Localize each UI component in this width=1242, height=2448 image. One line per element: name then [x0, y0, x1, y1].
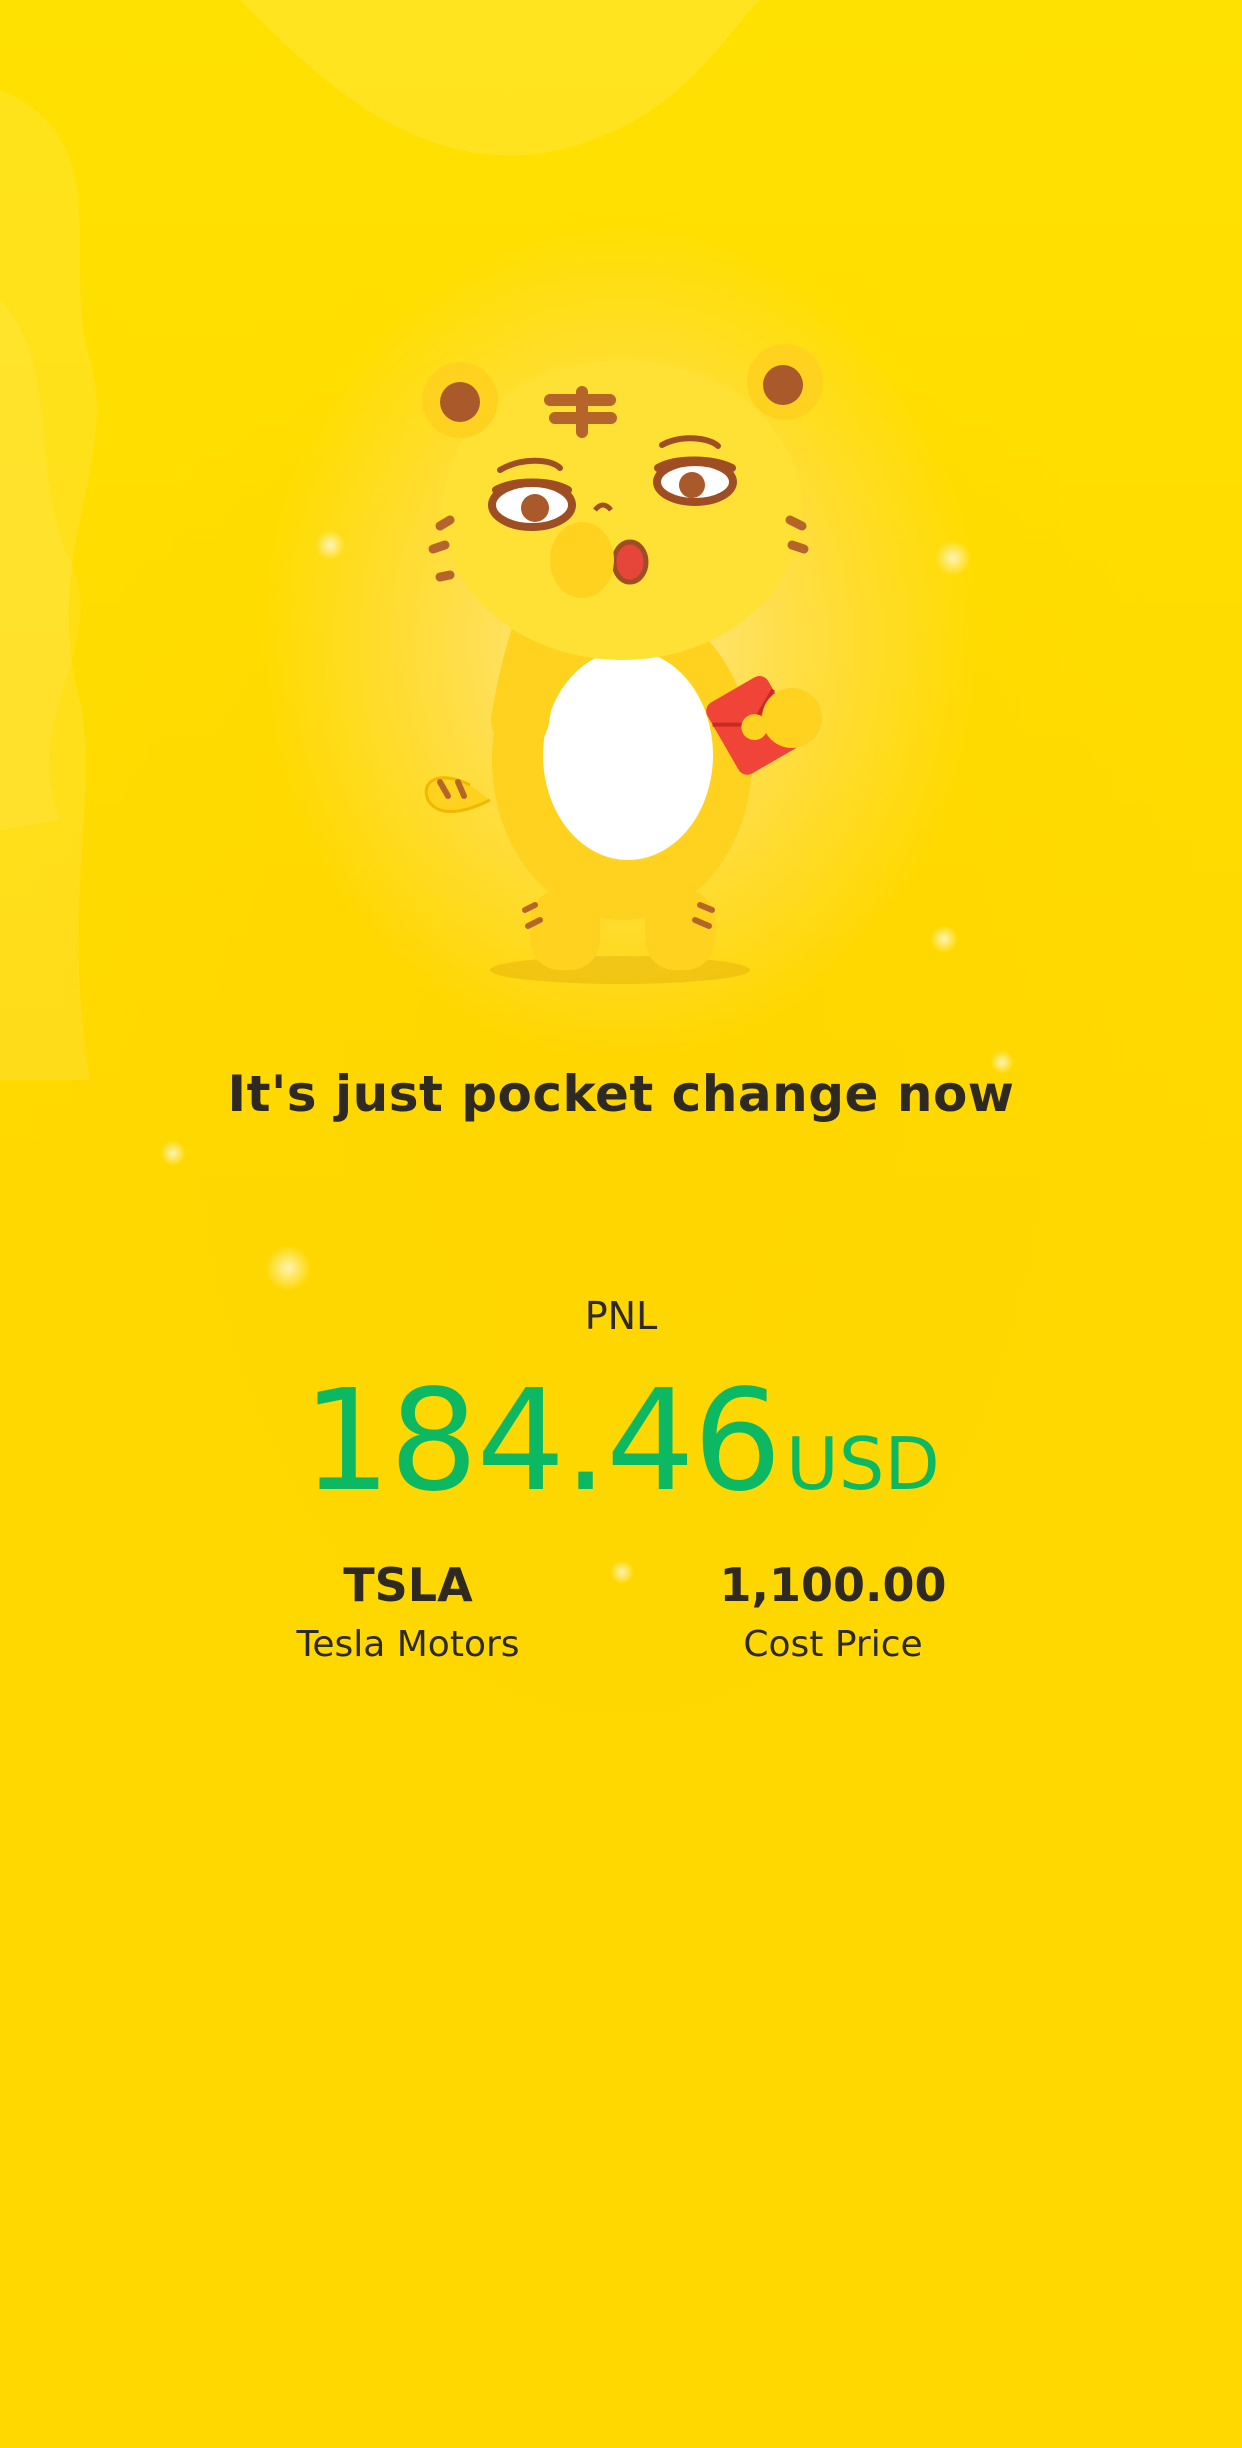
sparkle: [930, 925, 958, 953]
pnl-value: 184.46: [302, 1360, 782, 1523]
headline: It's just pocket change now: [227, 1065, 1015, 1123]
cost-price-value: 1,100.00: [719, 1558, 947, 1612]
sparkle: [160, 1140, 186, 1166]
sparkle: [315, 530, 345, 560]
pnl-unit: USD: [786, 1422, 940, 1506]
sparkle: [935, 540, 971, 576]
stock-name: Tesla Motors: [296, 1624, 520, 1665]
pnl-label: PNL: [584, 1294, 658, 1338]
pnl-amount: 184.46USD: [0, 1360, 1242, 1523]
stock-info: TSLA Tesla Motors: [198, 1558, 618, 1665]
tiger-mascot-illustration: [422, 344, 823, 984]
stock-symbol: TSLA: [343, 1558, 473, 1612]
sparkle: [265, 1245, 311, 1291]
cost-info: 1,100.00 Cost Price: [623, 1558, 1043, 1665]
cost-price-label: Cost Price: [743, 1624, 923, 1665]
